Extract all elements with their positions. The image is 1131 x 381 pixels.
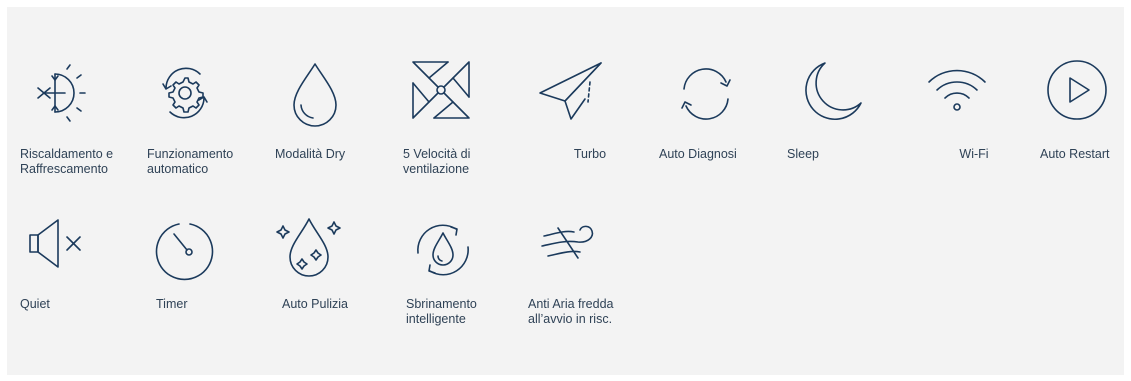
refresh-arrows-icon xyxy=(676,64,736,124)
feature-auto-restart: Auto Restart xyxy=(1030,7,1124,197)
droplet-cycle-icon xyxy=(412,223,474,277)
crescent-moon-icon xyxy=(799,59,865,125)
features-panel: Riscaldamento e Raffrescamento Funzionam… xyxy=(7,7,1124,375)
sun-snowflake-icon xyxy=(22,60,88,126)
pinwheel-icon xyxy=(408,57,474,123)
feature-label: Quiet xyxy=(20,297,50,311)
play-circle-icon xyxy=(1046,59,1108,121)
feature-label: Auto Restart xyxy=(1040,147,1110,161)
feature-label: Auto Pulizia xyxy=(282,297,349,311)
feature-wifi: Wi-Fi xyxy=(902,7,1030,197)
feature-label: Sbrinamento intelligente xyxy=(406,297,477,326)
wifi-icon xyxy=(924,62,990,128)
paper-plane-icon xyxy=(538,58,604,124)
feature-label: Timer xyxy=(156,297,188,311)
feature-auto-diagnosi: Auto Diagnosi xyxy=(646,7,774,197)
sparkling-droplet-icon xyxy=(274,213,344,283)
droplet-icon xyxy=(282,60,348,127)
feature-anti-aria-fredda: Anti Aria fredda all’avvio in risc. xyxy=(518,157,646,347)
timer-icon xyxy=(152,218,216,282)
feature-label: Sleep xyxy=(787,147,819,161)
feature-label: Anti Aria fredda all’avvio in risc. xyxy=(528,297,614,326)
wind-icon xyxy=(538,222,602,262)
feature-label: Wi-Fi xyxy=(959,147,989,161)
speaker-mute-icon xyxy=(27,217,93,271)
feature-timer: Timer xyxy=(134,157,262,347)
feature-auto-pulizia: Auto Pulizia xyxy=(262,157,390,347)
feature-sbrinamento-intelligente: Sbrinamento intelligente xyxy=(390,157,518,347)
gear-cycle-icon xyxy=(152,60,218,126)
feature-sleep: Sleep xyxy=(774,7,902,197)
feature-label: Auto Diagnosi xyxy=(659,147,737,161)
feature-quiet: Quiet xyxy=(7,157,135,347)
